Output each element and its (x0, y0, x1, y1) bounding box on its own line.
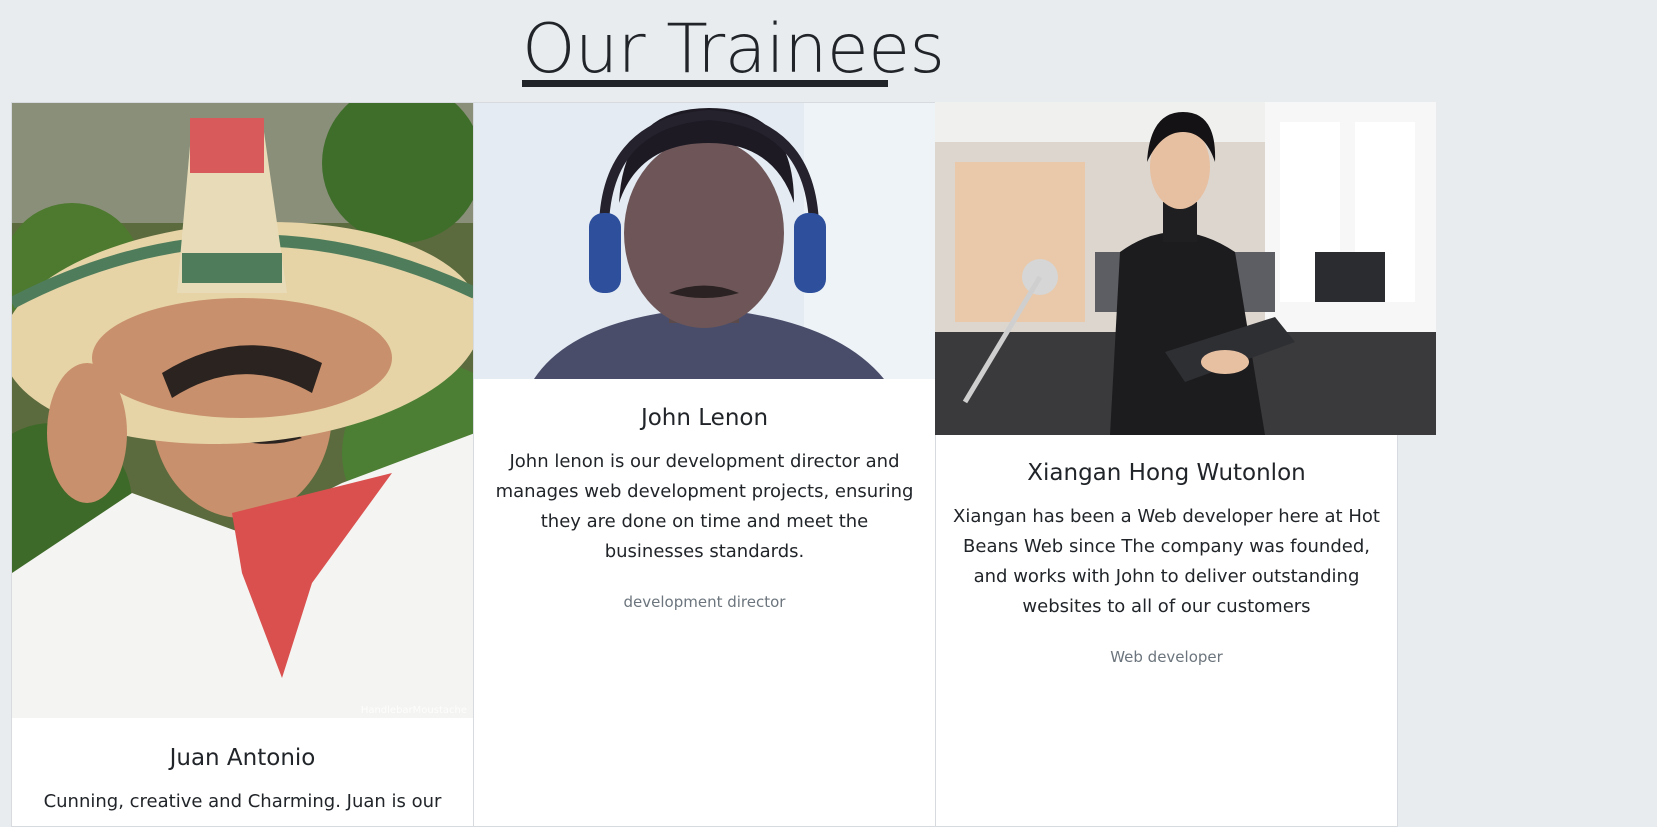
trainee-description: John lenon is our development director a… (495, 451, 914, 562)
trainee-name: Xiangan Hong Wutonlon (1027, 460, 1306, 486)
trainee-card-juan: HandlebarMoustache Juan Antonio Cunning,… (11, 102, 474, 827)
trainee-name: Juan Antonio (169, 745, 316, 771)
trainee-role: development director (623, 593, 786, 611)
trainee-photo-xiangan (935, 102, 1436, 435)
trainee-description: Xiangan has been a Web developer here at… (953, 506, 1380, 617)
trainee-body-john: John Lenon John lenon is our development… (474, 403, 935, 611)
trainee-photo-juan: HandlebarMoustache (12, 103, 473, 718)
trainee-description: Cunning, creative and Charming. Juan is … (43, 791, 442, 812)
trainee-card-xiangan: Xiangan Hong Wutonlon Xiangan has been a… (935, 102, 1436, 827)
trainee-name: John Lenon (640, 405, 769, 431)
trainee-card-john: John Lenon John lenon is our development… (473, 102, 936, 827)
trainee-photo-john (474, 103, 935, 379)
trainee-body-xiangan: Xiangan Hong Wutonlon Xiangan has been a… (935, 458, 1398, 666)
trainee-role: Web developer (1110, 648, 1223, 666)
photo-watermark: HandlebarMoustache (361, 705, 467, 716)
trainee-body-juan: Juan Antonio Cunning, creative and Charm… (12, 743, 473, 817)
title-underline (522, 80, 888, 87)
